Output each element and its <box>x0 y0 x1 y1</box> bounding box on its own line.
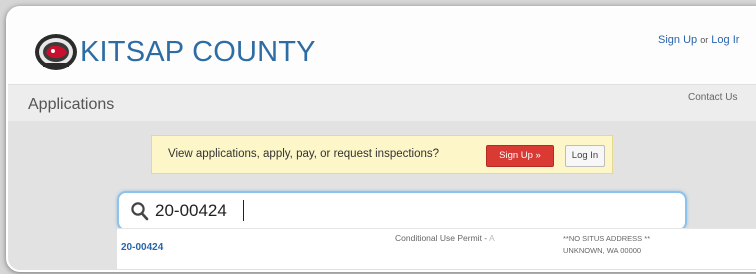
auth-links: Sign Up or Log Ir <box>658 34 739 46</box>
county-seal-logo[interactable] <box>34 32 78 72</box>
signup-button[interactable]: Sign Up » <box>486 145 554 167</box>
search-input[interactable]: 20-00424 <box>117 191 687 231</box>
main-content: View applications, apply, pay, or reques… <box>8 121 756 270</box>
county-name[interactable]: KITSAP COUNTY <box>80 36 316 69</box>
result-application-number[interactable]: 20-00424 <box>121 242 163 253</box>
result-permit-type-text: Conditional Use Permit - <box>395 233 488 243</box>
page-title: Applications <box>28 96 115 113</box>
search-query[interactable]: 20-00424 <box>155 201 227 221</box>
search-results: 20-00424 Conditional Use Permit - A **NO… <box>117 228 756 269</box>
app-window: KITSAP COUNTY Sign Up or Log Ir Applicat… <box>6 6 756 272</box>
signup-link[interactable]: Sign Up <box>658 34 697 46</box>
text-cursor <box>243 200 244 221</box>
result-address-line1: **NO SITUS ADDRESS ** <box>563 234 651 243</box>
signup-promo-banner: View applications, apply, pay, or reques… <box>151 135 613 174</box>
result-permit-type-faded: A <box>489 233 495 243</box>
auth-or-text: or <box>700 35 709 45</box>
result-address: **NO SITUS ADDRESS ** UNKNOWN, WA 00000 <box>563 233 650 257</box>
search-icon <box>131 202 149 221</box>
login-button[interactable]: Log In <box>565 145 605 167</box>
page-titlebar: Applications Contact Us <box>8 84 756 122</box>
result-permit-type: Conditional Use Permit - A <box>395 233 495 243</box>
contact-us-link[interactable]: Contact Us <box>688 92 737 103</box>
result-address-line2: UNKNOWN, WA 00000 <box>563 246 642 255</box>
login-link[interactable]: Log Ir <box>711 34 739 46</box>
promo-text: View applications, apply, pay, or reques… <box>168 148 440 160</box>
site-header: KITSAP COUNTY Sign Up or Log Ir <box>8 8 756 84</box>
